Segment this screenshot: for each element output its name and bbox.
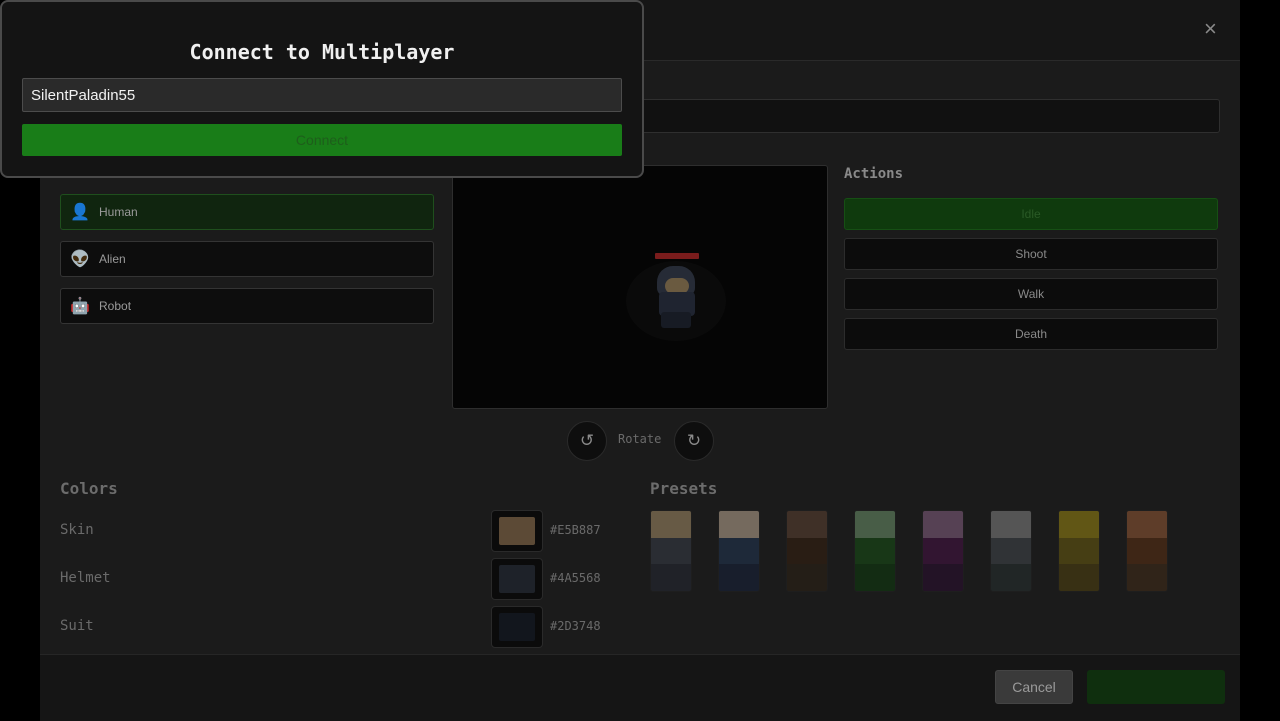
- rotate-label: Rotate: [618, 432, 662, 446]
- action-walk-button[interactable]: Walk: [844, 278, 1218, 310]
- suit-label: Suit: [60, 618, 94, 634]
- species-item-alien[interactable]: 👽 Alien: [60, 241, 434, 277]
- connect-button[interactable]: Connect: [22, 124, 622, 156]
- helmet-swatch: [499, 565, 535, 593]
- robot-icon: 🤖: [70, 298, 90, 315]
- preset-swatch[interactable]: [650, 510, 692, 592]
- action-idle-button[interactable]: Idle: [844, 198, 1218, 230]
- rotate-right-button[interactable]: ↻: [674, 421, 714, 461]
- species-label: Robot: [99, 299, 132, 313]
- preset-color-band: [787, 564, 827, 591]
- suit-hex: #2D3748: [550, 619, 601, 633]
- species-item-robot[interactable]: 🤖 Robot: [60, 288, 434, 324]
- preset-color-band: [1059, 564, 1099, 591]
- alien-icon: 👽: [70, 251, 90, 268]
- preset-swatch[interactable]: [786, 510, 828, 592]
- preset-swatch[interactable]: [990, 510, 1032, 592]
- preset-swatch[interactable]: [854, 510, 896, 592]
- presets-title: Presets: [650, 479, 718, 498]
- helmet-hex: #4A5568: [550, 571, 601, 585]
- preset-color-band: [1127, 564, 1167, 591]
- preset-color-band: [1059, 537, 1099, 565]
- actions-title: Actions: [844, 166, 904, 182]
- preset-color-band: [991, 537, 1031, 565]
- preset-color-band: [923, 511, 963, 538]
- preset-color-band: [787, 511, 827, 538]
- skin-hex: #E5B887: [550, 523, 601, 537]
- preset-color-band: [991, 511, 1031, 538]
- suit-swatch: [499, 613, 535, 641]
- colors-title: Colors: [60, 479, 118, 498]
- human-icon: 👤: [70, 204, 90, 221]
- species-label: Alien: [99, 252, 126, 266]
- preset-color-band: [719, 564, 759, 591]
- connect-modal: Connect to Multiplayer Connect: [0, 0, 644, 178]
- preset-swatch[interactable]: [1058, 510, 1100, 592]
- character-legs: [661, 312, 691, 328]
- species-label: Human: [99, 205, 138, 219]
- preset-color-band: [719, 537, 759, 565]
- preset-color-band: [855, 511, 895, 538]
- preset-color-band: [651, 564, 691, 591]
- preset-color-band: [923, 537, 963, 565]
- preset-color-band: [1127, 511, 1167, 538]
- skin-color-picker[interactable]: [491, 510, 543, 552]
- preset-color-band: [1059, 511, 1099, 538]
- skin-label: Skin: [60, 522, 94, 538]
- helmet-label: Helmet: [60, 570, 111, 586]
- rotate-left-button[interactable]: ↺: [567, 421, 607, 461]
- preset-swatch[interactable]: [1126, 510, 1168, 592]
- action-shoot-button[interactable]: Shoot: [844, 238, 1218, 270]
- preset-color-band: [923, 564, 963, 591]
- preset-swatch[interactable]: [922, 510, 964, 592]
- preset-swatch[interactable]: [718, 510, 760, 592]
- close-icon[interactable]: ×: [1204, 16, 1217, 42]
- save-button[interactable]: [1087, 670, 1225, 704]
- preset-color-band: [855, 537, 895, 565]
- rotate-left-icon: ↺: [579, 431, 595, 450]
- preset-color-band: [787, 537, 827, 565]
- preset-color-band: [651, 537, 691, 565]
- species-item-human[interactable]: 👤 Human: [60, 194, 434, 230]
- health-bar: [655, 253, 699, 259]
- preset-color-band: [855, 564, 895, 591]
- action-death-button[interactable]: Death: [844, 318, 1218, 350]
- suit-color-picker[interactable]: [491, 606, 543, 648]
- username-input[interactable]: [22, 78, 622, 112]
- cancel-button[interactable]: Cancel: [995, 670, 1073, 704]
- modal-title: Connect to Multiplayer: [189, 40, 455, 64]
- character-preview: [452, 165, 828, 409]
- helmet-color-picker[interactable]: [491, 558, 543, 600]
- skin-swatch: [499, 517, 535, 545]
- preset-color-band: [1127, 537, 1167, 565]
- preset-color-band: [719, 511, 759, 538]
- preset-color-band: [991, 564, 1031, 591]
- preset-color-band: [651, 511, 691, 538]
- rotate-right-icon: ↻: [686, 431, 702, 450]
